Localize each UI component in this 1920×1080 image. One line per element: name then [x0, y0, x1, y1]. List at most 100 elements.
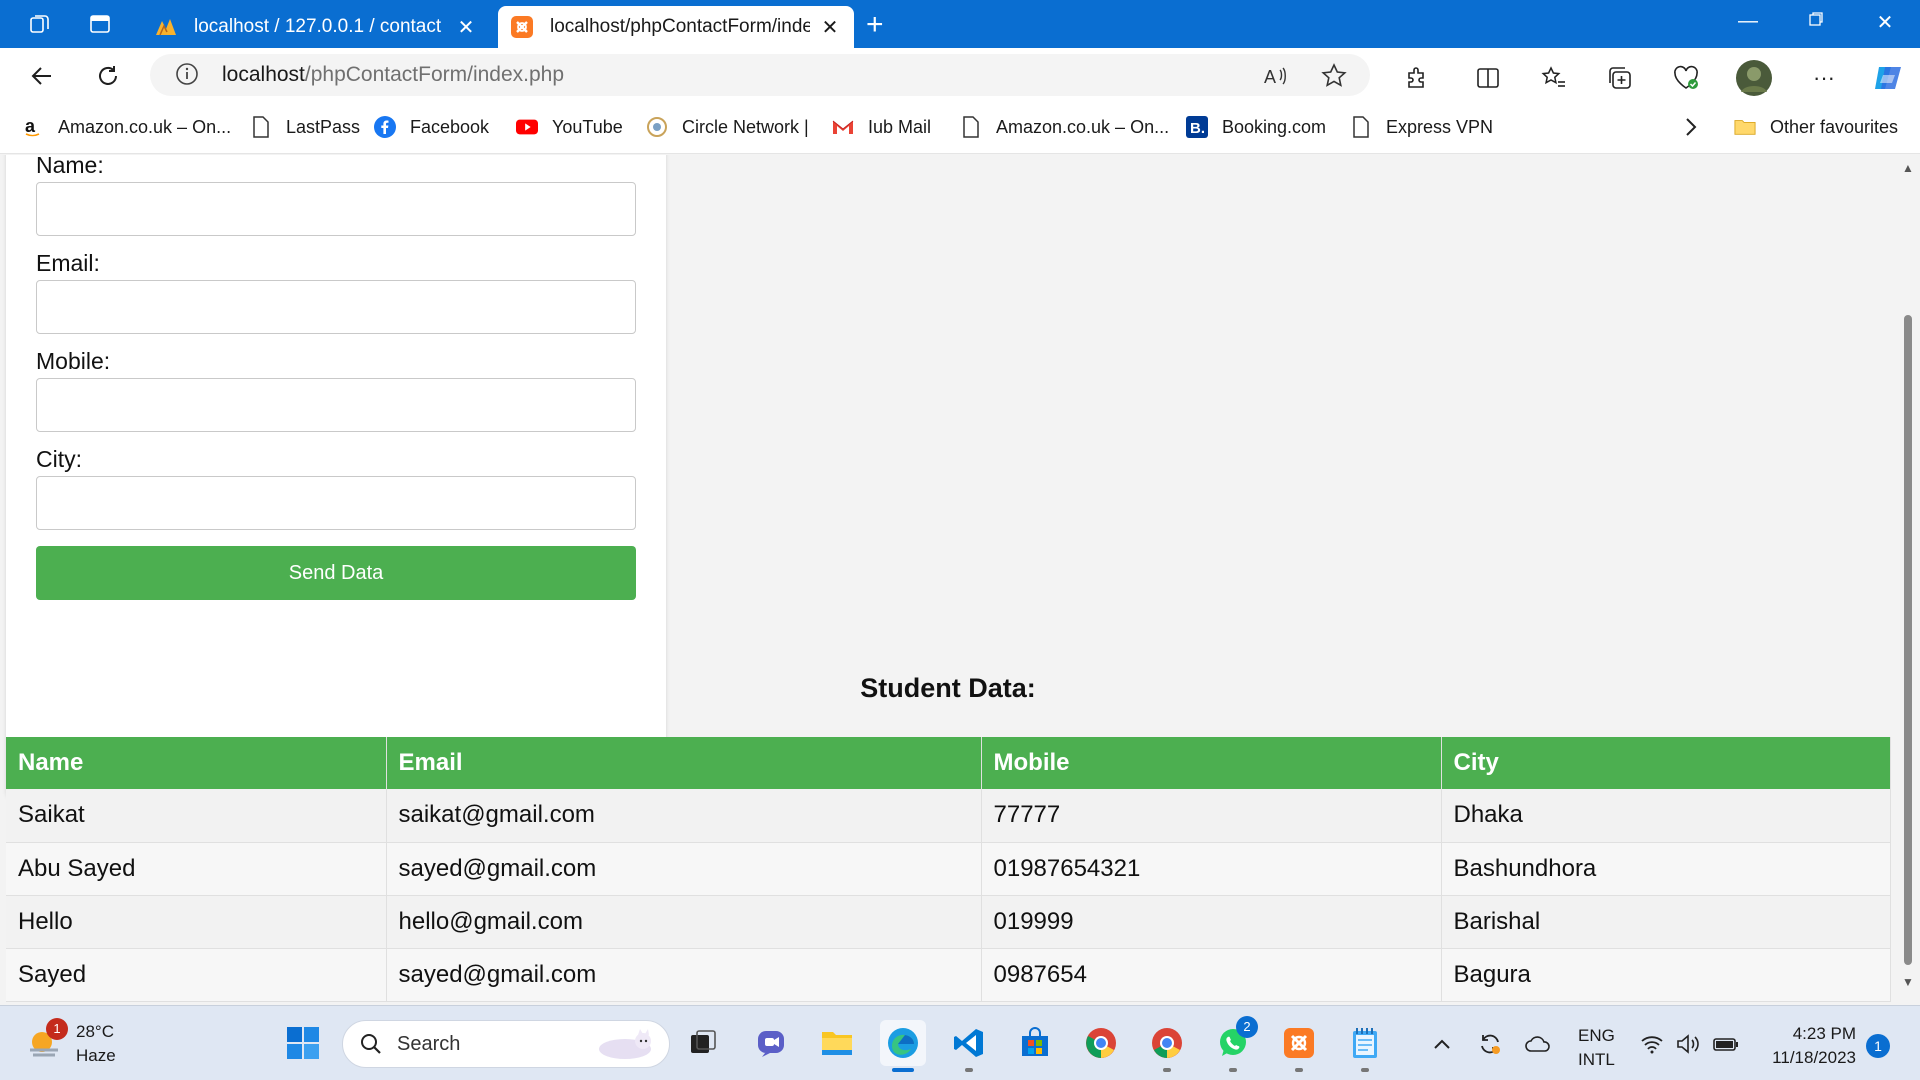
- xampp-icon: [510, 15, 534, 39]
- favourites-overflow-chevron-icon[interactable]: [1684, 116, 1698, 138]
- favourite-facebook[interactable]: Facebook: [374, 116, 489, 138]
- file-explorer-icon[interactable]: [814, 1020, 860, 1066]
- page-icon: [250, 116, 272, 138]
- table-row: Sayed sayed@gmail.com 0987654 Bagura: [6, 948, 1891, 1002]
- favourite-amazon-2[interactable]: Amazon.co.uk – On...: [960, 116, 1169, 138]
- cell-name: Hello: [6, 895, 387, 949]
- tab-close-icon[interactable]: ✕: [454, 15, 478, 40]
- cell-city: Barishal: [1441, 895, 1891, 949]
- favorites-icon[interactable]: [1538, 62, 1570, 94]
- sync-icon[interactable]: [1476, 1030, 1504, 1058]
- volume-icon[interactable]: [1674, 1030, 1702, 1058]
- scrollbar-thumb[interactable]: [1904, 315, 1912, 965]
- read-aloud-icon[interactable]: A: [1262, 62, 1290, 90]
- extensions-icon[interactable]: [1400, 62, 1432, 94]
- vscode-icon[interactable]: [946, 1020, 992, 1072]
- favourite-express-vpn[interactable]: Express VPN: [1350, 116, 1493, 138]
- weather-widget[interactable]: 1 28°C Haze: [24, 1018, 116, 1068]
- favourite-label: Amazon.co.uk – On...: [996, 116, 1170, 137]
- cell-mobile: 0987654: [981, 948, 1442, 1002]
- show-hidden-icons-chevron-icon[interactable]: [1428, 1030, 1456, 1058]
- running-indicator: [1163, 1068, 1171, 1072]
- favourite-booking[interactable]: B. Booking.com: [1186, 116, 1326, 138]
- page-icon: [1350, 116, 1372, 138]
- running-indicator: [1229, 1068, 1237, 1072]
- mobile-input[interactable]: [36, 378, 636, 432]
- favourite-label: Circle Network |: [682, 116, 809, 137]
- weather-haze-icon: 1: [24, 1018, 68, 1064]
- address-bar[interactable]: localhost/phpContactForm/index.php A: [150, 54, 1370, 96]
- xampp-taskbar-icon[interactable]: [1276, 1020, 1322, 1072]
- favourite-circle-network[interactable]: Circle Network |: [646, 116, 809, 138]
- search-icon: [359, 1032, 383, 1056]
- collections-icon[interactable]: [1604, 62, 1636, 94]
- profile-avatar[interactable]: [1736, 60, 1772, 96]
- chrome-profile-icon[interactable]: [1144, 1020, 1190, 1072]
- new-tab-button[interactable]: +: [866, 8, 884, 42]
- restore-icon[interactable]: [1801, 10, 1831, 33]
- table-header-row: Name Email Mobile City: [6, 737, 1891, 789]
- whatsapp-badge: 2: [1236, 1016, 1258, 1038]
- other-favourites[interactable]: Other favourites: [1734, 116, 1898, 138]
- taskbar-search-box[interactable]: Search: [342, 1020, 670, 1068]
- browser-tab-bar: localhost / 127.0.0.1 / contact / s ✕ lo…: [0, 0, 1920, 48]
- browser-essentials-icon[interactable]: [1670, 62, 1702, 94]
- favourite-label: Iub Mail: [868, 116, 932, 137]
- task-view-icon[interactable]: [680, 1020, 726, 1066]
- input-language-indicator[interactable]: ENG INTL: [1578, 1024, 1615, 1072]
- svg-text:A: A: [1264, 67, 1276, 87]
- split-screen-icon[interactable]: [1472, 62, 1504, 94]
- system-clock[interactable]: 4:23 PM 11/18/2023: [1760, 1022, 1856, 1070]
- scroll-up-arrow-icon[interactable]: ▲: [1900, 161, 1916, 175]
- table-row: Hello hello@gmail.com 019999 Barishal: [6, 895, 1891, 949]
- more-options-icon[interactable]: ···: [1808, 62, 1840, 94]
- whatsapp-icon[interactable]: 2: [1210, 1016, 1258, 1072]
- tab-close-icon[interactable]: ✕: [818, 15, 842, 40]
- favourite-label: Booking.com: [1222, 116, 1327, 137]
- tab-php-contact-form[interactable]: localhost/phpContactForm/index.php ✕: [498, 6, 854, 48]
- student-data-title: Student Data:: [860, 673, 1036, 703]
- cell-city: Bagura: [1441, 948, 1891, 1002]
- teams-chat-icon[interactable]: [748, 1020, 794, 1066]
- lang-secondary: INTL: [1578, 1050, 1615, 1069]
- student-data-table: Name Email Mobile City Saikat saikat@gma…: [6, 737, 1891, 1002]
- start-button[interactable]: [280, 1020, 326, 1066]
- scroll-down-arrow-icon[interactable]: ▼: [1900, 975, 1916, 989]
- favourites-bar: a Amazon.co.uk – On... LastPass Facebook…: [0, 104, 1920, 154]
- favourite-iub-mail[interactable]: Iub Mail: [832, 116, 931, 138]
- column-header-mobile: Mobile: [981, 737, 1442, 789]
- battery-icon[interactable]: [1712, 1030, 1740, 1058]
- booking-icon: B.: [1186, 116, 1208, 138]
- close-window-icon[interactable]: ✕: [1870, 10, 1900, 35]
- microsoft-store-icon[interactable]: [1012, 1020, 1058, 1066]
- name-input[interactable]: [36, 182, 636, 236]
- circle-network-icon: [646, 116, 668, 138]
- email-input[interactable]: [36, 280, 636, 334]
- chrome-icon[interactable]: [1078, 1020, 1124, 1066]
- tab-title: localhost/phpContactForm/index.php: [550, 16, 810, 37]
- notification-count-badge[interactable]: 1: [1866, 1034, 1890, 1058]
- favourite-youtube[interactable]: YouTube: [516, 116, 623, 138]
- notepad-icon[interactable]: [1342, 1020, 1388, 1072]
- minimize-icon[interactable]: —: [1733, 10, 1763, 33]
- svg-text:B.: B.: [1190, 120, 1205, 137]
- favourite-amazon[interactable]: a Amazon.co.uk – On...: [22, 116, 231, 138]
- refresh-button[interactable]: [90, 58, 126, 94]
- back-button[interactable]: [24, 58, 60, 94]
- page-scrollbar[interactable]: ▲ ▼: [1896, 155, 1920, 1005]
- edge-browser-icon[interactable]: [880, 1020, 926, 1072]
- workspaces-icon[interactable]: [26, 10, 54, 38]
- folder-icon: [1734, 116, 1756, 138]
- site-info-icon[interactable]: [174, 61, 202, 89]
- tab-phpmyadmin[interactable]: localhost / 127.0.0.1 / contact / s ✕: [142, 6, 490, 48]
- onedrive-cloud-icon[interactable]: [1524, 1030, 1552, 1058]
- favorite-star-icon[interactable]: [1320, 62, 1348, 90]
- favourite-lastpass[interactable]: LastPass: [250, 116, 360, 138]
- copilot-icon[interactable]: [1870, 60, 1906, 96]
- send-data-button[interactable]: Send Data: [36, 546, 636, 600]
- tab-actions-icon[interactable]: [86, 10, 114, 38]
- search-placeholder: Search: [397, 1032, 461, 1055]
- city-input[interactable]: [36, 476, 636, 530]
- email-label: Email:: [36, 250, 100, 276]
- wifi-icon[interactable]: [1638, 1030, 1666, 1058]
